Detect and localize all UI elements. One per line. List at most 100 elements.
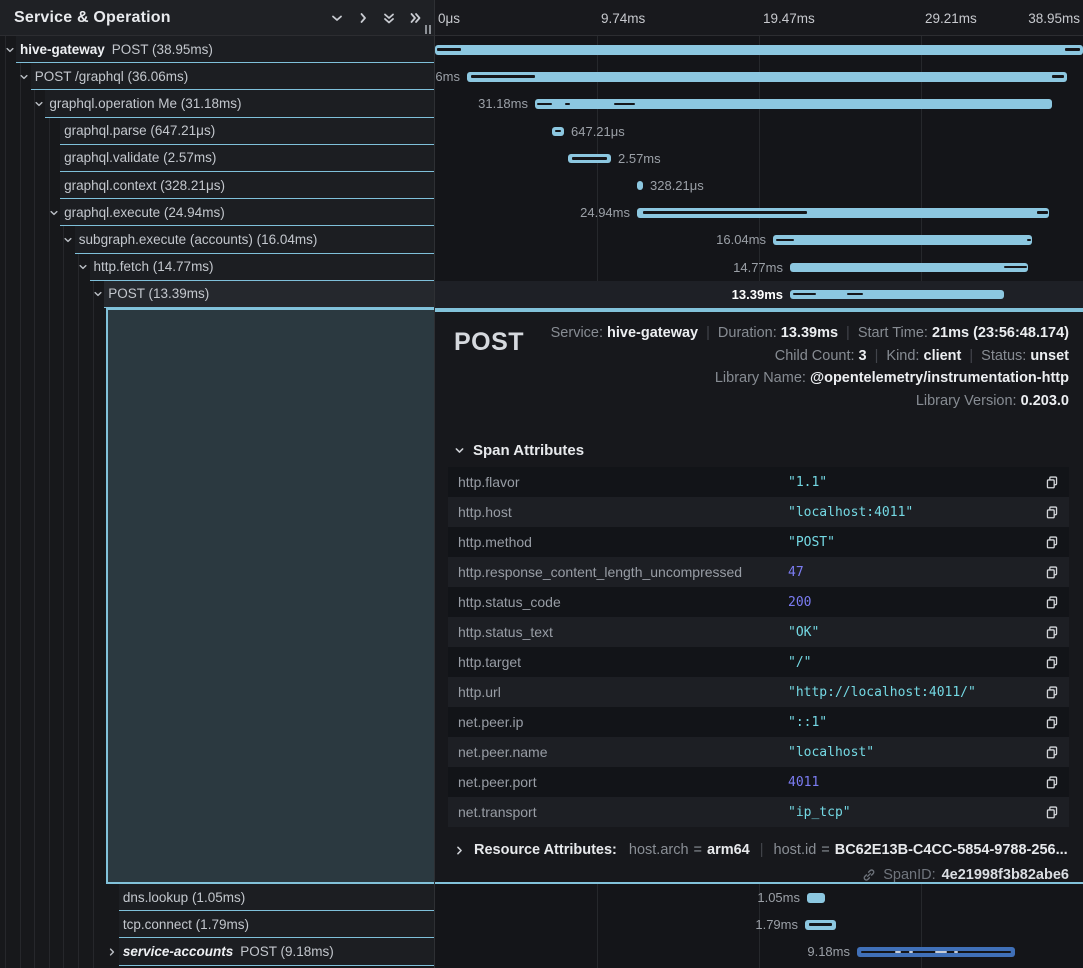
- span-row-label[interactable]: graphql.operation Me (31.18ms): [45, 90, 434, 117]
- copy-icon[interactable]: [1041, 625, 1059, 640]
- span-id-value: 4e21998f3b82abe6: [942, 867, 1069, 883]
- span-duration-bar[interactable]: [568, 154, 611, 164]
- attribute-key: http.status_text: [458, 624, 788, 640]
- child-span-mark: [572, 157, 607, 160]
- timeline-row: 16.04ms: [435, 226, 1083, 253]
- child-span-mark: [793, 293, 816, 296]
- attribute-value: "ip_tcp": [788, 805, 1041, 820]
- child-span-mark: [776, 239, 794, 242]
- span-duration-bar[interactable]: [805, 920, 836, 930]
- link-icon: [862, 868, 876, 882]
- attribute-row: http.host"localhost:4011": [448, 497, 1069, 527]
- span-operation-name: POST (38.95ms): [112, 42, 213, 57]
- resource-equals: =: [821, 842, 829, 858]
- span-duration-bar[interactable]: [535, 99, 1052, 109]
- child-span-mark: [909, 951, 913, 954]
- span-row-label[interactable]: POST (13.39ms): [104, 281, 434, 308]
- attribute-row: net.peer.port4011: [448, 767, 1069, 797]
- chevron-right-icon[interactable]: [350, 7, 376, 29]
- copy-icon[interactable]: [1041, 685, 1059, 700]
- chevron-down-icon[interactable]: [33, 90, 45, 117]
- attribute-value: "/": [788, 655, 1041, 670]
- span-attributes-title: Span Attributes: [473, 442, 584, 459]
- panel-resize-grip[interactable]: [425, 25, 431, 34]
- span-duration-bar[interactable]: [552, 127, 564, 137]
- attribute-row: http.status_text"OK": [448, 617, 1069, 647]
- child-span-mark: [565, 103, 570, 106]
- span-duration-bar[interactable]: [435, 45, 1083, 55]
- tree-row: graphql.context (328.21μs): [0, 172, 434, 199]
- attribute-row: net.peer.name"localhost": [448, 737, 1069, 767]
- chevron-down-icon[interactable]: [18, 63, 30, 90]
- span-operation-name: subgraph.execute (accounts) (16.04ms): [79, 232, 318, 247]
- meta-value: @opentelemetry/instrumentation-http: [810, 370, 1069, 386]
- copy-icon[interactable]: [1041, 655, 1059, 670]
- meta-separator: |: [846, 325, 850, 341]
- span-row-label[interactable]: graphql.context (328.21μs): [60, 172, 434, 199]
- copy-icon[interactable]: [1041, 475, 1059, 490]
- resource-attributes-row[interactable]: Resource Attributes: host.arch=arm64|hos…: [454, 842, 1069, 858]
- child-span-mark: [1004, 266, 1027, 269]
- copy-icon[interactable]: [1041, 805, 1059, 820]
- copy-icon[interactable]: [1041, 775, 1059, 790]
- span-row-label[interactable]: graphql.parse (647.21μs): [60, 118, 434, 145]
- span-row-label[interactable]: http.fetch (14.77ms): [90, 254, 435, 281]
- attribute-row: http.url"http://localhost:4011/": [448, 677, 1069, 707]
- span-attributes-toggle[interactable]: Span Attributes: [454, 442, 1069, 459]
- span-row-label[interactable]: graphql.validate (2.57ms): [60, 145, 434, 172]
- chevron-down-icon[interactable]: [48, 199, 60, 226]
- tree-rows-bottom: dns.lookup (1.05ms) tcp.connect (1.79ms)s…: [0, 884, 434, 966]
- span-row-label[interactable]: hive-gatewayPOST (38.95ms): [16, 36, 434, 63]
- meta-value: 21ms (23:56:48.174): [932, 325, 1069, 341]
- copy-icon[interactable]: [1041, 595, 1059, 610]
- span-row-label[interactable]: dns.lookup (1.05ms): [119, 884, 434, 911]
- resource-key: host.arch: [629, 842, 689, 858]
- resource-separator: |: [760, 842, 764, 858]
- attribute-row: http.status_code200: [448, 587, 1069, 617]
- span-duration-bar[interactable]: [790, 263, 1028, 273]
- timeline-rows: 38.95ms36.06ms31.18ms647.21μs2.57ms328.2…: [435, 36, 1083, 308]
- chevron-down-icon[interactable]: [77, 254, 89, 281]
- panel-divider[interactable]: [434, 0, 435, 968]
- span-row-label[interactable]: graphql.execute (24.94ms): [60, 199, 434, 226]
- copy-icon[interactable]: [1041, 535, 1059, 550]
- copy-icon[interactable]: [1041, 715, 1059, 730]
- span-row-label[interactable]: POST /graphql (36.06ms): [31, 63, 434, 90]
- child-span-mark: [471, 75, 535, 78]
- copy-icon[interactable]: [1041, 505, 1059, 520]
- chevron-right-icon[interactable]: [106, 938, 118, 965]
- span-duration-bar[interactable]: [467, 72, 1067, 82]
- tree-row: graphql.execute (24.94ms): [0, 199, 434, 226]
- attribute-key: net.peer.name: [458, 744, 788, 760]
- copy-icon[interactable]: [1041, 565, 1059, 580]
- attribute-value: "localhost": [788, 745, 1041, 760]
- chevron-down-icon[interactable]: [324, 7, 350, 29]
- span-duration-bar[interactable]: [807, 893, 825, 903]
- child-span-mark: [935, 951, 947, 954]
- span-duration-bar[interactable]: [857, 947, 1015, 957]
- child-span-mark: [1037, 211, 1048, 214]
- span-row-label[interactable]: subgraph.execute (accounts) (16.04ms): [75, 226, 434, 253]
- resource-value: BC62E13B-C4CC-5854-9788-256...: [835, 842, 1068, 858]
- meta-value: 3: [859, 348, 867, 364]
- chevron-down-icon[interactable]: [62, 226, 74, 253]
- tree-row: graphql.validate (2.57ms): [0, 145, 434, 172]
- chevron-down-icon[interactable]: [92, 281, 104, 308]
- span-duration-bar[interactable]: [790, 290, 1004, 300]
- copy-icon[interactable]: [1041, 745, 1059, 760]
- chevron-down-icon[interactable]: [4, 36, 16, 63]
- attribute-row: http.flavor"1.1": [448, 467, 1069, 497]
- tree-row: subgraph.execute (accounts) (16.04ms): [0, 226, 434, 253]
- double-chevron-down-icon[interactable]: [376, 7, 402, 29]
- span-duration-bar[interactable]: [637, 208, 1049, 218]
- span-duration-bar[interactable]: [637, 181, 643, 191]
- child-span-mark: [809, 923, 832, 926]
- span-row-label[interactable]: tcp.connect (1.79ms): [119, 911, 434, 938]
- meta-label: Status:: [981, 348, 1030, 364]
- timeline-panel: 0μs9.74ms19.47ms29.21ms38.95ms 38.95ms36…: [435, 0, 1083, 968]
- span-row-label[interactable]: service-accountsPOST (9.18ms): [119, 938, 434, 965]
- child-span-mark: [1065, 48, 1080, 51]
- span-duration-bar[interactable]: [773, 235, 1032, 245]
- timeline-row: 31.18ms: [435, 90, 1083, 117]
- span-operation-name: dns.lookup (1.05ms): [123, 890, 245, 905]
